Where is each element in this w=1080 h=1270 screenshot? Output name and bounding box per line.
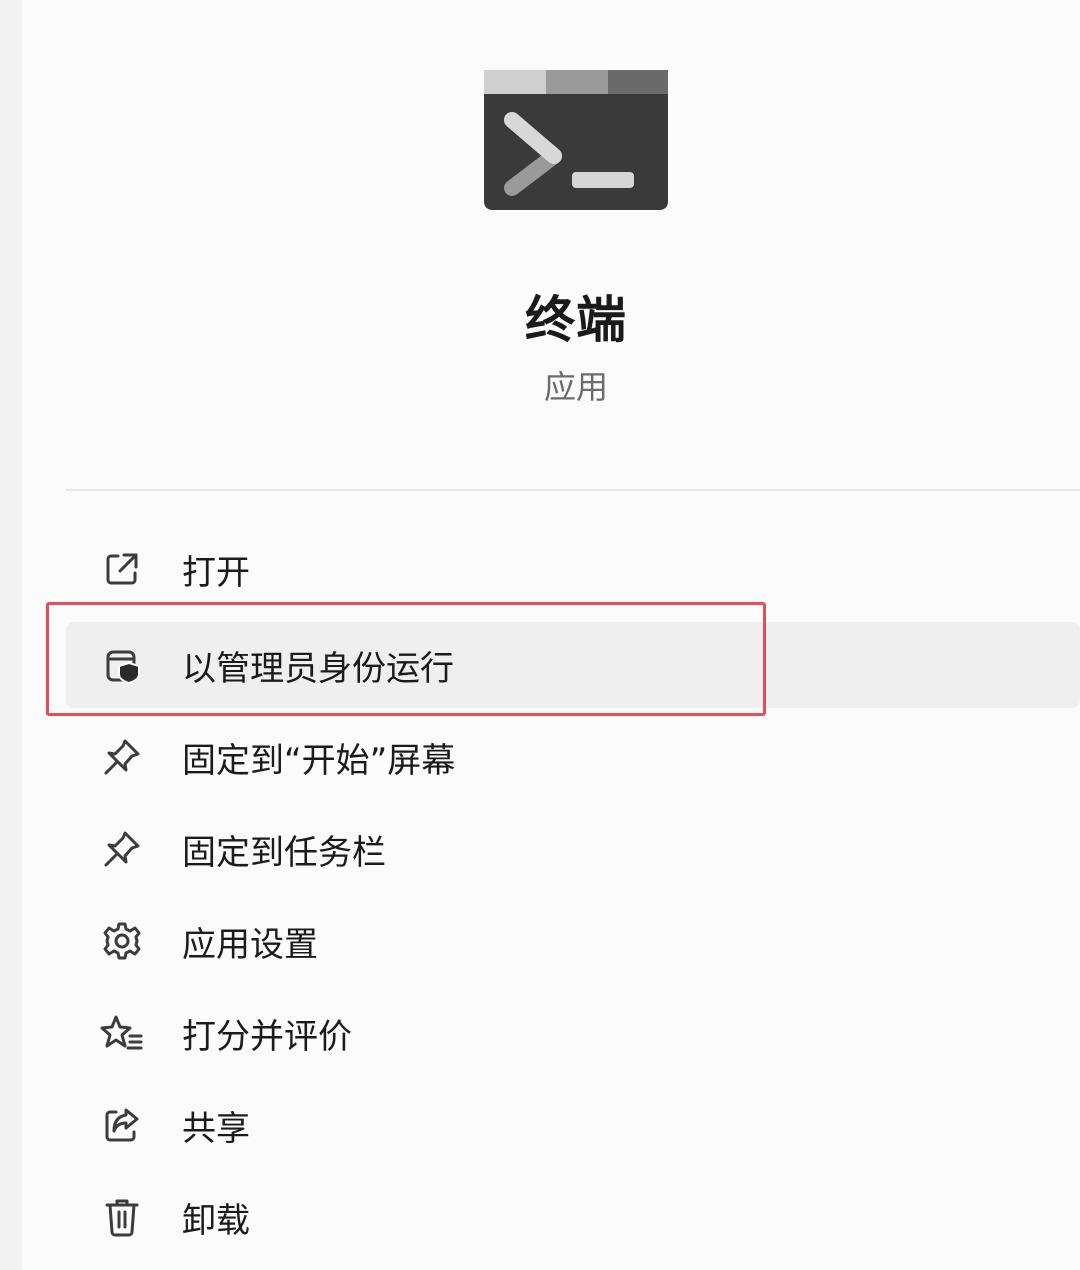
menu-item-label: 共享 — [182, 1108, 250, 1149]
gear-icon — [100, 919, 144, 963]
menu-item-label: 固定到“开始”屏幕 — [182, 740, 456, 781]
app-context-panel: 终端 应用 打开 以管理员身份运行 固定到“开始”屏幕 固定到任务栏 应用设置 … — [22, 0, 1080, 1270]
pin-icon — [100, 827, 144, 871]
menu-item-label: 以管理员身份运行 — [182, 648, 454, 689]
app-title: 终端 — [525, 291, 627, 349]
menu-item-open[interactable]: 打开 — [66, 526, 1080, 612]
pin-icon — [100, 735, 144, 779]
menu-item-share[interactable]: 共享 — [66, 1082, 1080, 1168]
open-external-icon — [100, 547, 144, 591]
run-as-admin-shield-icon — [100, 643, 144, 687]
menu-item-label: 应用设置 — [182, 924, 318, 965]
terminal-app-icon — [484, 70, 668, 210]
menu-item-label: 卸载 — [182, 1200, 250, 1241]
menu-item-rate-review[interactable]: 打分并评价 — [66, 990, 1080, 1076]
star-rating-icon — [100, 1011, 144, 1055]
menu-item-label: 打开 — [182, 552, 250, 593]
menu-item-pin-start[interactable]: 固定到“开始”屏幕 — [66, 714, 1080, 800]
app-type-label: 应用 — [543, 368, 608, 406]
left-edge-strip — [0, 0, 22, 1270]
menu-item-app-settings[interactable]: 应用设置 — [66, 898, 1080, 984]
menu-item-run-as-admin[interactable]: 以管理员身份运行 — [66, 622, 1080, 708]
divider — [66, 489, 1080, 491]
menu-item-label: 固定到任务栏 — [182, 832, 386, 873]
trash-icon — [100, 1195, 144, 1239]
menu-item-label: 打分并评价 — [182, 1016, 352, 1057]
share-icon — [100, 1103, 144, 1147]
menu-item-uninstall[interactable]: 卸载 — [66, 1174, 1080, 1260]
menu-item-pin-taskbar[interactable]: 固定到任务栏 — [66, 806, 1080, 892]
